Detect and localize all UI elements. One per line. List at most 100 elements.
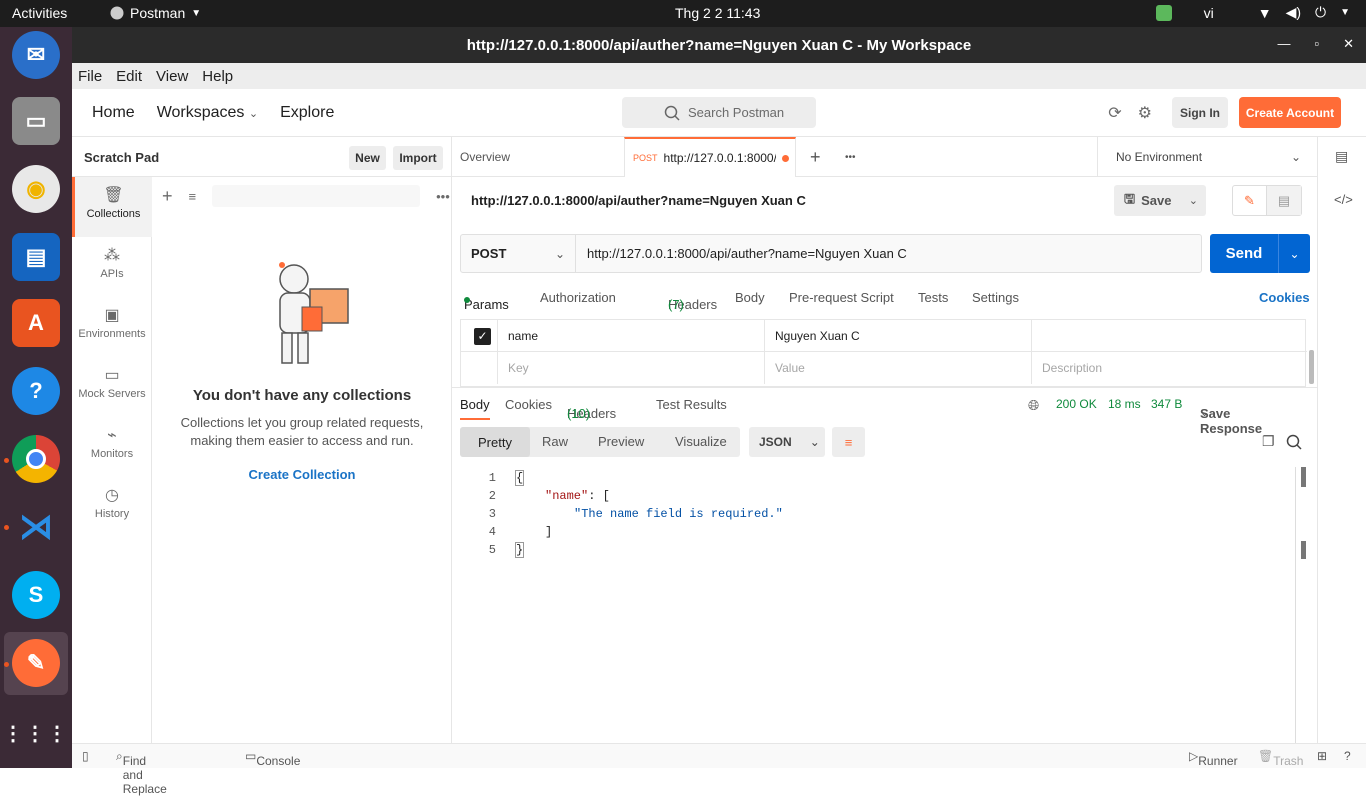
response-status[interactable]: 200 OK <box>1056 397 1097 411</box>
menu-view[interactable]: View <box>156 68 188 85</box>
comment-icon[interactable]: ▤ <box>1267 186 1301 215</box>
sidebar-item-collections[interactable]: 🗑 Collections <box>72 177 152 237</box>
sidebar-item-environments[interactable]: ▣ Environments <box>72 297 152 357</box>
sidebar-item-history[interactable]: ◷ History <box>72 477 152 537</box>
vscode-icon[interactable]: ⋊ <box>12 503 60 551</box>
nav-home[interactable]: Home <box>92 104 135 122</box>
minimize-icon[interactable]: — <box>1277 36 1290 52</box>
pencil-icon[interactable]: ✎ <box>1233 186 1268 215</box>
url-input[interactable]: http://127.0.0.1:8000/api/auther?name=Ng… <box>587 246 907 261</box>
format-preview[interactable]: Preview <box>598 434 644 449</box>
param-key[interactable]: name <box>497 320 764 352</box>
method-select[interactable]: POST ⌄ <box>461 235 576 272</box>
find-replace-button[interactable]: ⌕ Find and Replace <box>116 749 167 796</box>
environment-selector[interactable]: No Environment ⌄ <box>1097 137 1317 177</box>
response-body-editor[interactable]: 1 2 3 4 5 { "name": [ "The name field is… <box>452 467 1306 743</box>
tab-overview[interactable]: Overview <box>460 137 620 177</box>
tab-body[interactable]: Body <box>735 290 765 305</box>
volume-icon[interactable]: ◀) <box>1286 4 1301 21</box>
globe-icon[interactable]: 🌐︎ <box>1028 397 1039 414</box>
save-button[interactable]: 🖫 Save ⌄ <box>1114 185 1206 216</box>
response-time[interactable]: 18 ms <box>1108 397 1141 411</box>
files-icon[interactable]: ▭ <box>12 97 60 145</box>
search-input[interactable]: Search Postman <box>622 97 816 128</box>
tab-tests[interactable]: Tests <box>918 290 948 305</box>
chevron-down-icon[interactable]: ▼ <box>1340 7 1350 18</box>
param-value-input[interactable]: Value <box>764 352 1031 384</box>
sidebar-item-apis[interactable]: ⁂ APIs <box>72 237 152 297</box>
help-icon[interactable]: ? <box>1344 749 1351 763</box>
import-button[interactable]: Import <box>393 146 443 170</box>
sync-icon[interactable]: ⟳ <box>1108 103 1121 123</box>
param-key-input[interactable]: Key <box>497 352 764 384</box>
filter-input[interactable] <box>212 185 421 207</box>
show-apps-icon[interactable]: ⋮⋮⋮ <box>3 709 67 757</box>
console-button[interactable]: ▭ Console <box>245 749 300 768</box>
clock[interactable]: Thg 2 2 11:43 <box>675 5 760 21</box>
help-icon[interactable]: ? <box>12 367 60 415</box>
postman-icon[interactable]: ✎ <box>12 639 60 687</box>
param-checkbox[interactable]: ✓ <box>474 328 491 345</box>
skype-icon[interactable]: S <box>12 571 60 619</box>
tab-pre-request-script[interactable]: Pre-request Script <box>789 290 894 305</box>
app-menu[interactable]: Postman ▼ <box>110 5 201 21</box>
add-tab-icon[interactable]: + <box>810 137 821 177</box>
menu-edit[interactable]: Edit <box>116 68 142 85</box>
rhythmbox-icon[interactable]: ◉ <box>12 165 60 213</box>
more-icon[interactable]: ••• <box>436 189 450 204</box>
runner-button[interactable]: ▷ Runner <box>1189 749 1238 768</box>
add-icon[interactable]: + <box>162 186 173 207</box>
param-description-input[interactable]: Description <box>1031 352 1307 384</box>
create-account-button[interactable]: Create Account <box>1239 97 1341 128</box>
cookies-link[interactable]: Cookies <box>1259 290 1310 305</box>
nav-workspaces[interactable]: Workspaces ⌄ <box>157 104 258 122</box>
menu-help[interactable]: Help <box>202 68 233 85</box>
nav-explore[interactable]: Explore <box>280 104 334 122</box>
more-tabs-icon[interactable]: ••• <box>845 137 856 177</box>
param-description[interactable] <box>1031 320 1307 352</box>
menu-file[interactable]: File <box>78 68 102 85</box>
tab-settings[interactable]: Settings <box>972 290 1019 305</box>
thunderbird-icon[interactable]: ✉ <box>12 31 60 79</box>
software-icon[interactable]: A <box>12 299 60 347</box>
editor-scrollbar[interactable] <box>1301 467 1306 487</box>
tab-test-results[interactable]: Test Results <box>656 397 727 412</box>
close-icon[interactable]: ✕ <box>1343 36 1354 52</box>
maximize-icon[interactable]: ▫ <box>1314 36 1319 52</box>
activities-button[interactable]: Activities <box>12 5 67 21</box>
power-icon[interactable]: ⏻ <box>1315 4 1326 21</box>
sidebar-item-mock-servers[interactable]: ▭ Mock Servers <box>72 357 152 417</box>
search-icon[interactable] <box>1286 434 1302 450</box>
chevron-down-icon[interactable]: ⌄ <box>1278 234 1310 273</box>
wrap-lines-icon[interactable]: ≡ <box>832 427 865 457</box>
chrome-icon[interactable] <box>12 435 60 483</box>
new-button[interactable]: New <box>349 146 386 170</box>
tab-active-request[interactable]: POST http://127.0.0.1:8000/a <box>624 137 796 177</box>
system-tray[interactable]: vi ▼ ◀) ⏻ ▼ <box>1155 4 1350 21</box>
send-button[interactable]: Send ⌄ <box>1210 234 1310 273</box>
response-size[interactable]: 347 B <box>1151 397 1182 411</box>
filter-icon[interactable]: ≡ <box>189 189 197 204</box>
format-pretty[interactable]: Pretty <box>460 427 530 457</box>
chevron-down-icon[interactable]: ⌄ <box>1189 194 1198 207</box>
language-indicator[interactable]: vi <box>1204 5 1214 21</box>
code-snippet-icon[interactable]: </> <box>1334 192 1353 207</box>
params-scrollbar[interactable] <box>1309 350 1314 384</box>
create-collection-link[interactable]: Create Collection <box>152 467 452 482</box>
format-raw[interactable]: Raw <box>542 434 568 449</box>
gear-icon[interactable]: ⚙ <box>1138 103 1152 123</box>
copy-icon[interactable]: ❐ <box>1262 433 1275 450</box>
wifi-icon[interactable]: ▼ <box>1258 5 1272 21</box>
tab-response-cookies[interactable]: Cookies <box>505 397 552 412</box>
environment-quicklook-icon[interactable]: ▤ <box>1335 148 1348 165</box>
tab-response-body[interactable]: Body <box>460 397 490 420</box>
sidebar-item-monitors[interactable]: ⌁ Monitors <box>72 417 152 477</box>
trash-button[interactable]: 🗑︎ Trash <box>1258 749 1303 768</box>
param-value[interactable]: Nguyen Xuan C <box>764 320 1031 352</box>
format-visualize[interactable]: Visualize <box>675 434 727 449</box>
language-select[interactable]: JSON ⌄ <box>749 427 825 457</box>
layout-icon[interactable]: ⊞ <box>1317 749 1327 763</box>
update-icon[interactable] <box>1155 4 1172 21</box>
tab-authorization[interactable]: Authorization <box>540 290 616 305</box>
sidebar-toggle-icon[interactable]: ▯ <box>82 749 89 763</box>
